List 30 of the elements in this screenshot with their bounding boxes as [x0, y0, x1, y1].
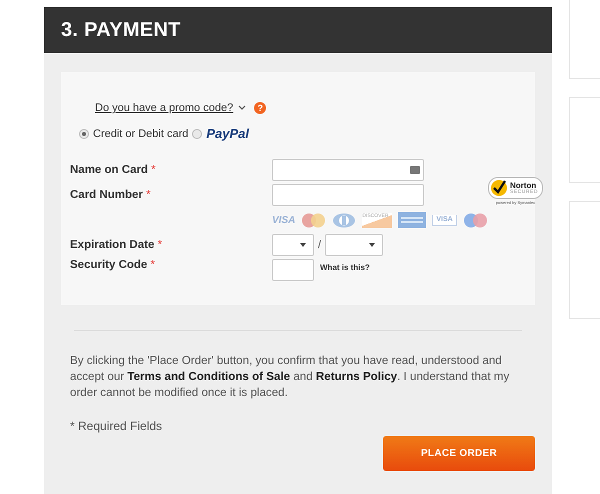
input-field[interactable]: [272, 259, 314, 281]
month-select[interactable]: [272, 234, 314, 256]
caret-icon: [369, 243, 376, 247]
paypal-logo: PayPal: [206, 126, 250, 141]
date-separator: /: [318, 239, 322, 251]
mastercard-logo: [301, 212, 326, 228]
section-title: 3. PAYMENT: [44, 7, 552, 53]
radio-button[interactable]: [79, 128, 89, 138]
diners-logo: [332, 212, 356, 228]
caret-icon: [300, 243, 306, 247]
field-label: Name on Card *: [70, 164, 157, 176]
help-link[interactable]: What is this?: [320, 263, 370, 272]
checkmark-icon: [490, 179, 508, 197]
method-label: Credit or Debit card: [93, 128, 188, 140]
amex-logo: [398, 212, 426, 228]
field-label: Card Number *: [70, 189, 152, 201]
radio-button[interactable]: [192, 128, 202, 138]
input-field[interactable]: [272, 184, 424, 206]
promo-link[interactable]: Do you have a promo code?: [95, 102, 234, 114]
visa-logo: VISA: [272, 214, 296, 226]
seal-name: Norton: [510, 182, 536, 190]
required-note: * Required Fields: [70, 419, 164, 433]
maestro-logo: [462, 212, 488, 228]
autofill-icon[interactable]: [410, 166, 420, 174]
terms-notice: By clicking the 'Place Order' button, you confirm that you have read, understood and accept our Terms and Conditions of Sale and Returns Policy. I understand that my order cannot be modified once it is placed.: [70, 353, 510, 401]
year-select[interactable]: [325, 234, 384, 256]
input-field[interactable]: [272, 159, 424, 181]
field-label: Security Code *: [70, 259, 156, 271]
field-label: Expiration Date *: [70, 239, 164, 251]
chevron-icon[interactable]: [238, 105, 246, 111]
